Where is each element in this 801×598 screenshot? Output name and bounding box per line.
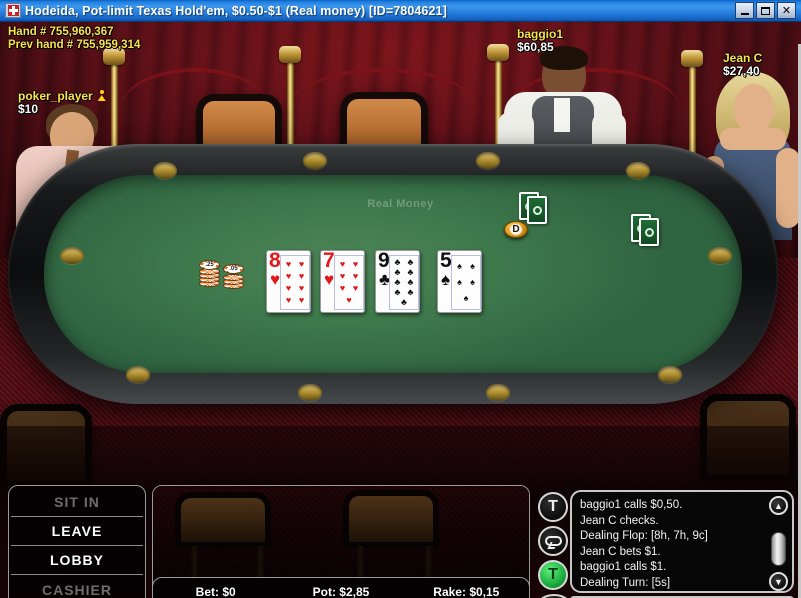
card-rank: 9 xyxy=(378,250,390,272)
window-title: Hodeida, Pot-limit Texas Hold'em, $0.50-… xyxy=(25,3,447,18)
game-room: Real Money D .25 .05 8 ♥ ♥ ♥ ♥ ♥ ♥ ♥ ♥ ♥… xyxy=(0,22,801,598)
player-stack: $10 xyxy=(18,102,39,116)
chat-line: baggio1 calls $0,50. xyxy=(580,499,683,511)
community-card-1: 8 ♥ ♥ ♥ ♥ ♥ ♥ ♥ ♥ ♥ xyxy=(266,250,311,313)
chip-stack: .25 xyxy=(199,258,220,288)
real-money-watermark: Real Money xyxy=(367,198,434,210)
chat-lines: baggio1 calls $0,50. Jean C checks. Deal… xyxy=(580,498,766,591)
cupholder xyxy=(126,366,150,383)
community-card-3: 9 ♣ ♣ ♣ ♣ ♣ ♣ ♣ ♣ ♣ ♣ xyxy=(375,250,420,313)
chat-line: Dealing Flop: [8h, 7h, 9c] xyxy=(580,530,708,542)
cupholder xyxy=(60,247,84,264)
cupholder xyxy=(153,162,177,179)
community-card-4: 5 ♠ ♠ ♠ ♠ ♠ ♠ xyxy=(437,250,482,313)
card-suit: ♥ xyxy=(270,270,281,289)
cupholder xyxy=(303,152,327,169)
chip-stack: .05 xyxy=(223,262,244,290)
chat-icon-column: T T xyxy=(538,492,570,598)
chat-line: Jean C bets $1. xyxy=(580,545,661,558)
rake-amount: Rake: $0,15 xyxy=(433,585,500,598)
cupholder xyxy=(486,384,510,401)
hand-number: Hand # 755,960,367 xyxy=(8,26,114,38)
chat-line: Dealing Turn: [5s] xyxy=(580,576,671,589)
chip-value: .05 xyxy=(227,265,240,273)
action-buttons-panel: SIT IN LEAVE LOBBY CASHIER xyxy=(8,485,146,598)
card-back xyxy=(639,218,659,246)
chat-log[interactable]: baggio1 calls $0,50. Jean C checks. Deal… xyxy=(570,490,794,593)
cupholder xyxy=(626,162,650,179)
chip-value: .25 xyxy=(203,261,216,269)
prev-hand-number: Prev hand # 755,959,314 xyxy=(8,39,141,51)
chat-scrollbar[interactable]: ▲ ▼ xyxy=(769,496,789,591)
lobby-button[interactable]: LOBBY xyxy=(11,546,143,575)
title-bar: Hodeida, Pot-limit Texas Hold'em, $0.50-… xyxy=(0,0,801,22)
scrollbar-thumb[interactable] xyxy=(771,532,786,566)
poker-table-icon xyxy=(5,3,21,18)
hand-info: Hand # 755,960,367 Prev hand # 755,959,3… xyxy=(8,26,140,52)
bet-amount: Bet: $0 xyxy=(195,585,236,598)
player-info-baggio1: baggio1 $60,85 xyxy=(517,28,563,54)
leave-button[interactable]: LEAVE xyxy=(11,517,143,546)
player-name: poker_player xyxy=(18,89,93,103)
card-rank: 8 xyxy=(269,250,281,272)
scroll-down-icon[interactable]: ▼ xyxy=(769,572,788,591)
player-info-jean-c: Jean C $27,40 xyxy=(723,52,762,78)
cashier-button[interactable]: CASHIER xyxy=(11,575,143,598)
empty-chair[interactable] xyxy=(343,490,439,548)
table-info-bar: Bet: $0 Pot: $2,85 Rake: $0,15 xyxy=(152,577,530,598)
text-chat-icon[interactable]: T xyxy=(538,492,568,522)
close-button[interactable]: ✕ xyxy=(777,2,796,19)
card-suit: ♥ xyxy=(324,270,335,289)
seated-icon xyxy=(98,90,106,101)
sit-in-button[interactable]: SIT IN xyxy=(11,488,143,517)
empty-chair[interactable] xyxy=(175,492,271,548)
chat-line: Jean C checks. xyxy=(580,514,659,527)
cupholder xyxy=(658,366,682,383)
cupholder xyxy=(298,384,322,401)
card-pips: ♠ ♠ ♠ ♠ ♠ xyxy=(451,255,481,310)
dealer-button-label: D xyxy=(510,224,522,235)
minimize-button[interactable] xyxy=(735,2,754,19)
chat-line: baggio1 calls $1. xyxy=(580,561,667,573)
card-rank: 5 xyxy=(440,250,452,272)
card-rank: 7 xyxy=(323,250,335,272)
card-pips: ♥ ♥ ♥ ♥ ♥ ♥ ♥ ♥ xyxy=(280,255,310,310)
dealer-button: D xyxy=(504,221,528,238)
player-info-poker-player: poker_player $10 xyxy=(18,89,106,116)
active-chat-icon[interactable]: T xyxy=(538,560,568,590)
card-suit: ♠ xyxy=(441,270,451,289)
scroll-up-icon[interactable]: ▲ xyxy=(769,496,788,515)
window-controls: ✕ xyxy=(735,2,798,19)
player-stack: $60,85 xyxy=(517,40,554,54)
cards-toggle-icon[interactable] xyxy=(538,594,570,598)
card-pips: ♣ ♣ ♣ ♣ ♣ ♣ ♣ ♣ ♣ xyxy=(389,255,419,310)
pot-amount: Pot: $2,85 xyxy=(312,585,370,598)
card-back xyxy=(527,196,547,224)
cupholder xyxy=(708,247,732,264)
cupholder xyxy=(476,152,500,169)
speech-bubble-icon[interactable] xyxy=(538,526,568,556)
card-pips: ♥ ♥ ♥ ♥ ♥ ♥ ♥ xyxy=(334,255,364,310)
poker-client-window: Hodeida, Pot-limit Texas Hold'em, $0.50-… xyxy=(0,0,801,598)
community-card-2: 7 ♥ ♥ ♥ ♥ ♥ ♥ ♥ ♥ xyxy=(320,250,365,313)
player-stack: $27,40 xyxy=(723,64,760,78)
maximize-button[interactable] xyxy=(756,2,775,19)
